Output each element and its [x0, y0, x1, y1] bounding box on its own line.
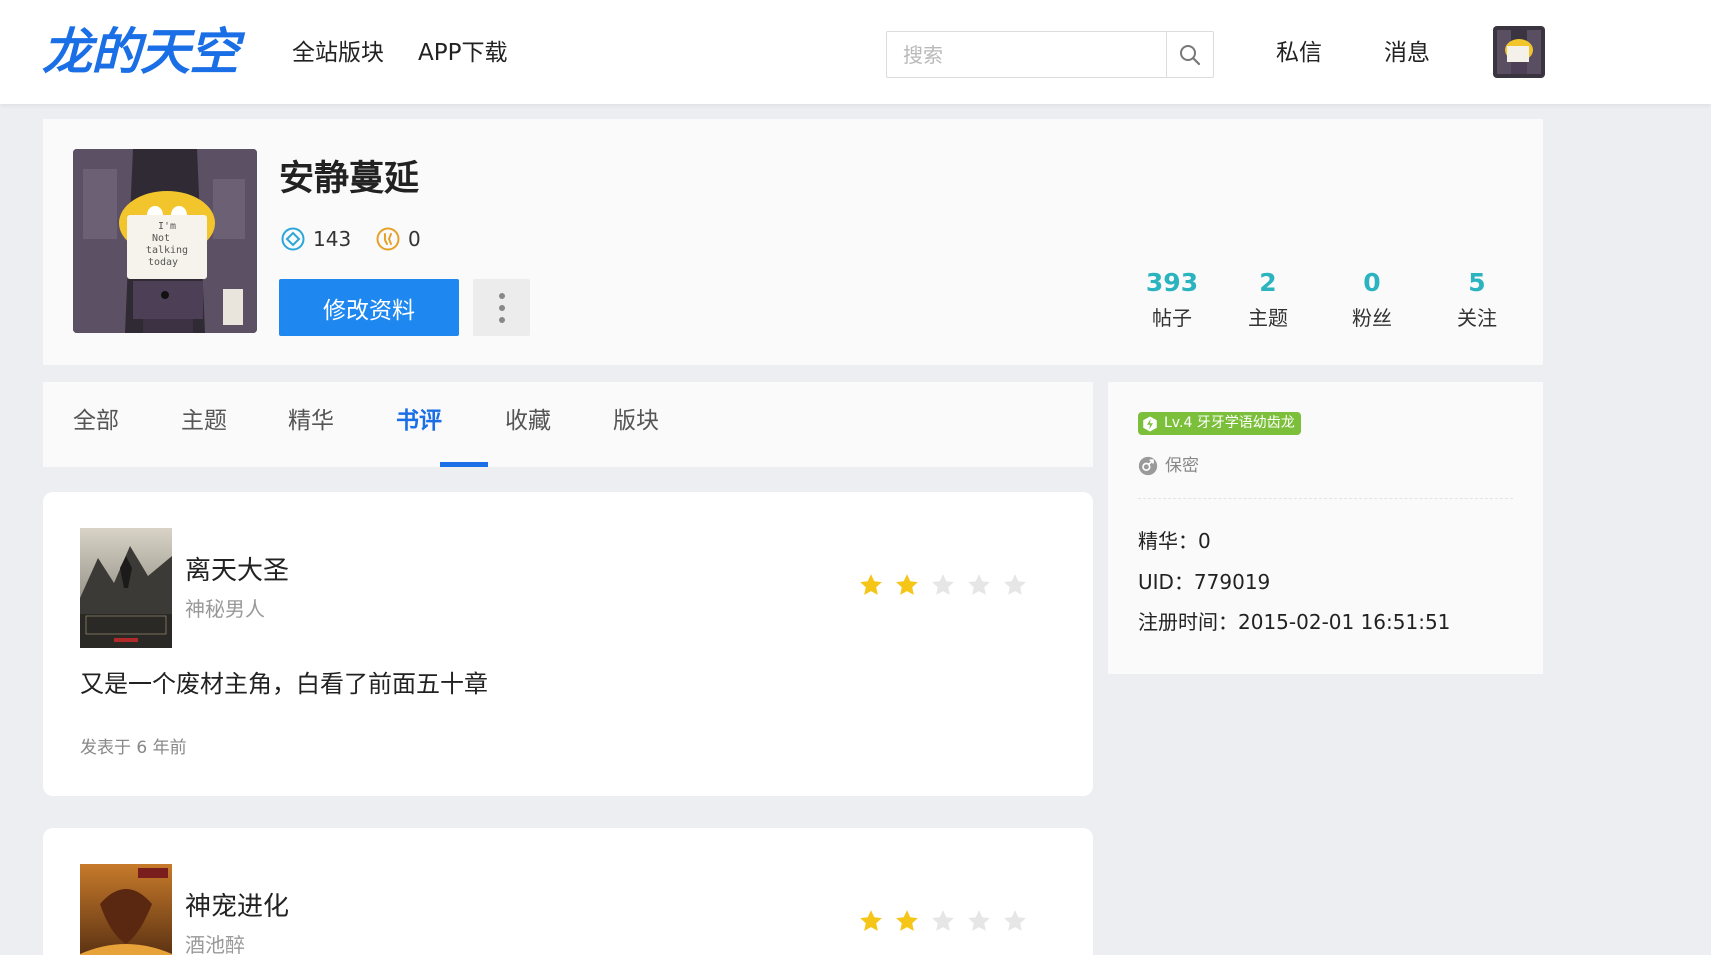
tab-all[interactable]: 全部	[73, 406, 119, 436]
book-author[interactable]: 神秘男人	[185, 596, 265, 622]
book-cover[interactable]	[80, 528, 172, 648]
followers-count: 0	[1363, 268, 1381, 297]
book-title[interactable]: 神宠进化	[185, 890, 289, 924]
edit-profile-button[interactable]: 修改资料	[279, 279, 459, 336]
dot-icon	[498, 316, 505, 323]
book-title[interactable]: 离天大圣	[185, 554, 289, 588]
book-author[interactable]: 酒池醉	[185, 932, 245, 955]
followers-counter[interactable]: 0 粉丝	[1327, 267, 1417, 331]
review-text: 又是一个废材主角，白看了前面五十章	[80, 670, 488, 698]
coin-icon	[376, 227, 400, 251]
uid-info: UID：779019	[1138, 570, 1271, 594]
star-empty-icon	[1004, 910, 1026, 931]
profile-username: 安静蔓延	[279, 159, 420, 199]
tab-favorites[interactable]: 收藏	[505, 406, 551, 436]
notifications-link[interactable]: 消息	[1384, 38, 1430, 68]
topics-counter[interactable]: 2 主题	[1223, 267, 1313, 331]
level-badge: Lv.4 牙牙学语幼齿龙	[1138, 412, 1301, 435]
nav-app-download[interactable]: APP下载	[418, 38, 507, 68]
gender-icon	[1138, 456, 1158, 476]
site-logo[interactable]: 龙的天空	[42, 22, 239, 82]
level-label: Lv.4 牙牙学语幼齿龙	[1164, 415, 1295, 431]
profile-avatar[interactable]: I'm Not talking today	[73, 149, 257, 333]
posts-label: 帖子	[1152, 306, 1192, 330]
star-empty-icon	[1004, 574, 1026, 595]
user-avatar[interactable]	[1493, 26, 1545, 78]
star-rating	[858, 908, 1028, 934]
dot-icon	[498, 292, 505, 299]
dot-icon	[498, 304, 505, 311]
search-button[interactable]	[1166, 32, 1213, 77]
coins-value: 0	[408, 227, 421, 251]
profile-tabs: 全部 主题 精华 书评 收藏 版块	[43, 382, 1093, 467]
tab-essence[interactable]: 精华	[288, 406, 334, 436]
following-counter[interactable]: 5 关注	[1432, 267, 1522, 331]
points-stat: 143	[281, 227, 351, 251]
posts-count: 393	[1145, 268, 1199, 297]
active-tab-indicator	[440, 462, 488, 467]
review-card: 离天大圣 神秘男人 又是一个废材主角，白看了前面五十章 发表于 6 年前	[43, 492, 1093, 796]
coins-stat: 0	[376, 227, 421, 251]
svg-text:today: today	[148, 257, 178, 268]
gender-label: 保密	[1165, 456, 1199, 476]
divider	[1138, 498, 1513, 499]
topics-label: 主题	[1248, 306, 1288, 330]
top-navigation-bar: 龙的天空 全站版块 APP下载 私信 消息	[0, 0, 1711, 104]
profile-card: I'm Not talking today 安静蔓延 143 0 修改资料 39…	[43, 119, 1543, 365]
topics-count: 2	[1259, 268, 1277, 297]
registration-time: 注册时间：2015-02-01 16:51:51	[1138, 610, 1451, 634]
svg-text:talking: talking	[146, 245, 188, 256]
followers-label: 粉丝	[1352, 306, 1392, 330]
svg-text:I'm: I'm	[158, 221, 176, 232]
user-info-panel: Lv.4 牙牙学语幼齿龙 保密 精华：0 UID：779019 注册时间：201…	[1108, 382, 1543, 674]
diamond-icon	[281, 227, 305, 251]
more-options-button[interactable]	[473, 279, 530, 336]
tab-boards[interactable]: 版块	[613, 406, 659, 436]
star-empty-icon	[932, 910, 954, 931]
star-empty-icon	[968, 574, 990, 595]
review-card: 神宠进化 酒池醉	[43, 828, 1093, 955]
search-icon	[1180, 44, 1201, 65]
search-box	[886, 31, 1214, 78]
essence-info: 精华：0	[1138, 529, 1211, 553]
gender-info: 保密	[1138, 454, 1199, 478]
star-filled-icon	[860, 574, 882, 595]
star-filled-icon	[896, 910, 918, 931]
following-count: 5	[1468, 268, 1486, 297]
star-filled-icon	[860, 910, 882, 931]
following-label: 关注	[1457, 306, 1497, 330]
tab-book-reviews[interactable]: 书评	[396, 406, 442, 436]
level-hex-icon	[1143, 416, 1157, 431]
tab-topics[interactable]: 主题	[181, 406, 227, 436]
points-value: 143	[313, 227, 352, 251]
star-filled-icon	[896, 574, 918, 595]
private-messages-link[interactable]: 私信	[1276, 38, 1322, 68]
posts-counter[interactable]: 393 帖子	[1127, 267, 1217, 331]
star-empty-icon	[932, 574, 954, 595]
star-empty-icon	[968, 910, 990, 931]
book-cover[interactable]	[80, 864, 172, 955]
svg-text:Not: Not	[152, 233, 170, 244]
search-input[interactable]	[887, 32, 1167, 77]
nav-all-boards[interactable]: 全站版块	[292, 38, 384, 68]
review-timestamp: 发表于 6 年前	[80, 738, 187, 758]
star-rating	[858, 572, 1028, 598]
